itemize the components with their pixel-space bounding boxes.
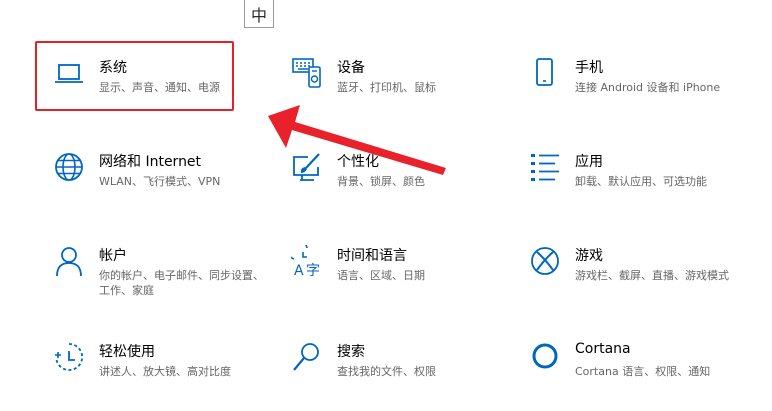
- tile-gaming[interactable]: 游戏 游戏栏、截屏、直播、游戏模式: [529, 245, 749, 315]
- ease-access-icon: [53, 341, 85, 373]
- tile-personalization[interactable]: 个性化 背景、锁屏、颜色: [291, 151, 511, 221]
- cortana-icon: [529, 341, 561, 373]
- tile-time-language[interactable]: A 字 时间和语言 语言、区域、日期: [291, 245, 511, 315]
- person-icon: [53, 245, 85, 277]
- tile-description: 背景、锁屏、颜色: [337, 175, 425, 188]
- globe-icon: [53, 151, 85, 183]
- tile-description: 查找我的文件、权限: [337, 365, 436, 378]
- personalize-icon: [291, 151, 323, 183]
- tile-description: 连接 Android 设备和 iPhone: [575, 81, 721, 94]
- tile-title: 时间和语言: [337, 248, 407, 264]
- svg-text:A: A: [294, 263, 304, 277]
- tile-title: 游戏: [575, 248, 603, 264]
- ime-mode-indicator[interactable]: 中: [244, 0, 274, 28]
- tile-description: WLAN、飞行模式、VPN: [99, 175, 221, 188]
- tile-title: 手机: [575, 60, 603, 76]
- tile-description: 游戏栏、截屏、直播、游戏模式: [575, 269, 729, 282]
- tile-title: 网络和 Internet: [99, 154, 202, 170]
- tile-description: 你的帐户、电子邮件、同步设置、工作、家庭: [99, 269, 264, 297]
- tile-devices[interactable]: 设备 蓝牙、打印机、鼠标: [291, 57, 511, 127]
- tile-description: Cortana 语言、权限、通知: [575, 365, 711, 378]
- devices-icon: [291, 57, 323, 89]
- tile-network[interactable]: 网络和 Internet WLAN、飞行模式、VPN: [53, 151, 273, 221]
- tile-description: 卸载、默认应用、可选功能: [575, 175, 707, 188]
- tile-accounts[interactable]: 帐户 你的帐户、电子邮件、同步设置、工作、家庭: [53, 245, 273, 315]
- tile-apps[interactable]: 应用 卸载、默认应用、可选功能: [529, 151, 749, 221]
- tile-description: 蓝牙、打印机、鼠标: [337, 81, 436, 94]
- tile-title: 应用: [575, 154, 603, 170]
- tile-title: 帐户: [99, 248, 127, 264]
- tile-ease-of-access[interactable]: 轻松使用 讲述人、放大镜、高对比度: [53, 341, 273, 411]
- apps-list-icon: [529, 151, 561, 183]
- tile-title: 设备: [337, 60, 365, 76]
- tile-phone[interactable]: 手机 连接 Android 设备和 iPhone: [529, 57, 749, 127]
- tile-search[interactable]: 搜索 查找我的文件、权限: [291, 341, 511, 411]
- tile-title: 轻松使用: [99, 344, 155, 360]
- tile-title: 搜索: [337, 344, 365, 360]
- svg-text:字: 字: [306, 263, 320, 277]
- xbox-icon: [529, 245, 561, 277]
- tile-cortana[interactable]: Cortana Cortana 语言、权限、通知: [529, 341, 749, 411]
- tile-title: 个性化: [337, 154, 379, 170]
- tile-title: Cortana: [575, 341, 631, 357]
- tile-description: 讲述人、放大镜、高对比度: [99, 365, 231, 378]
- time-language-icon: A 字: [291, 245, 323, 277]
- phone-icon: [529, 57, 561, 89]
- tile-description: 语言、区域、日期: [337, 269, 425, 282]
- search-icon: [291, 341, 323, 373]
- highlight-box: [35, 41, 234, 111]
